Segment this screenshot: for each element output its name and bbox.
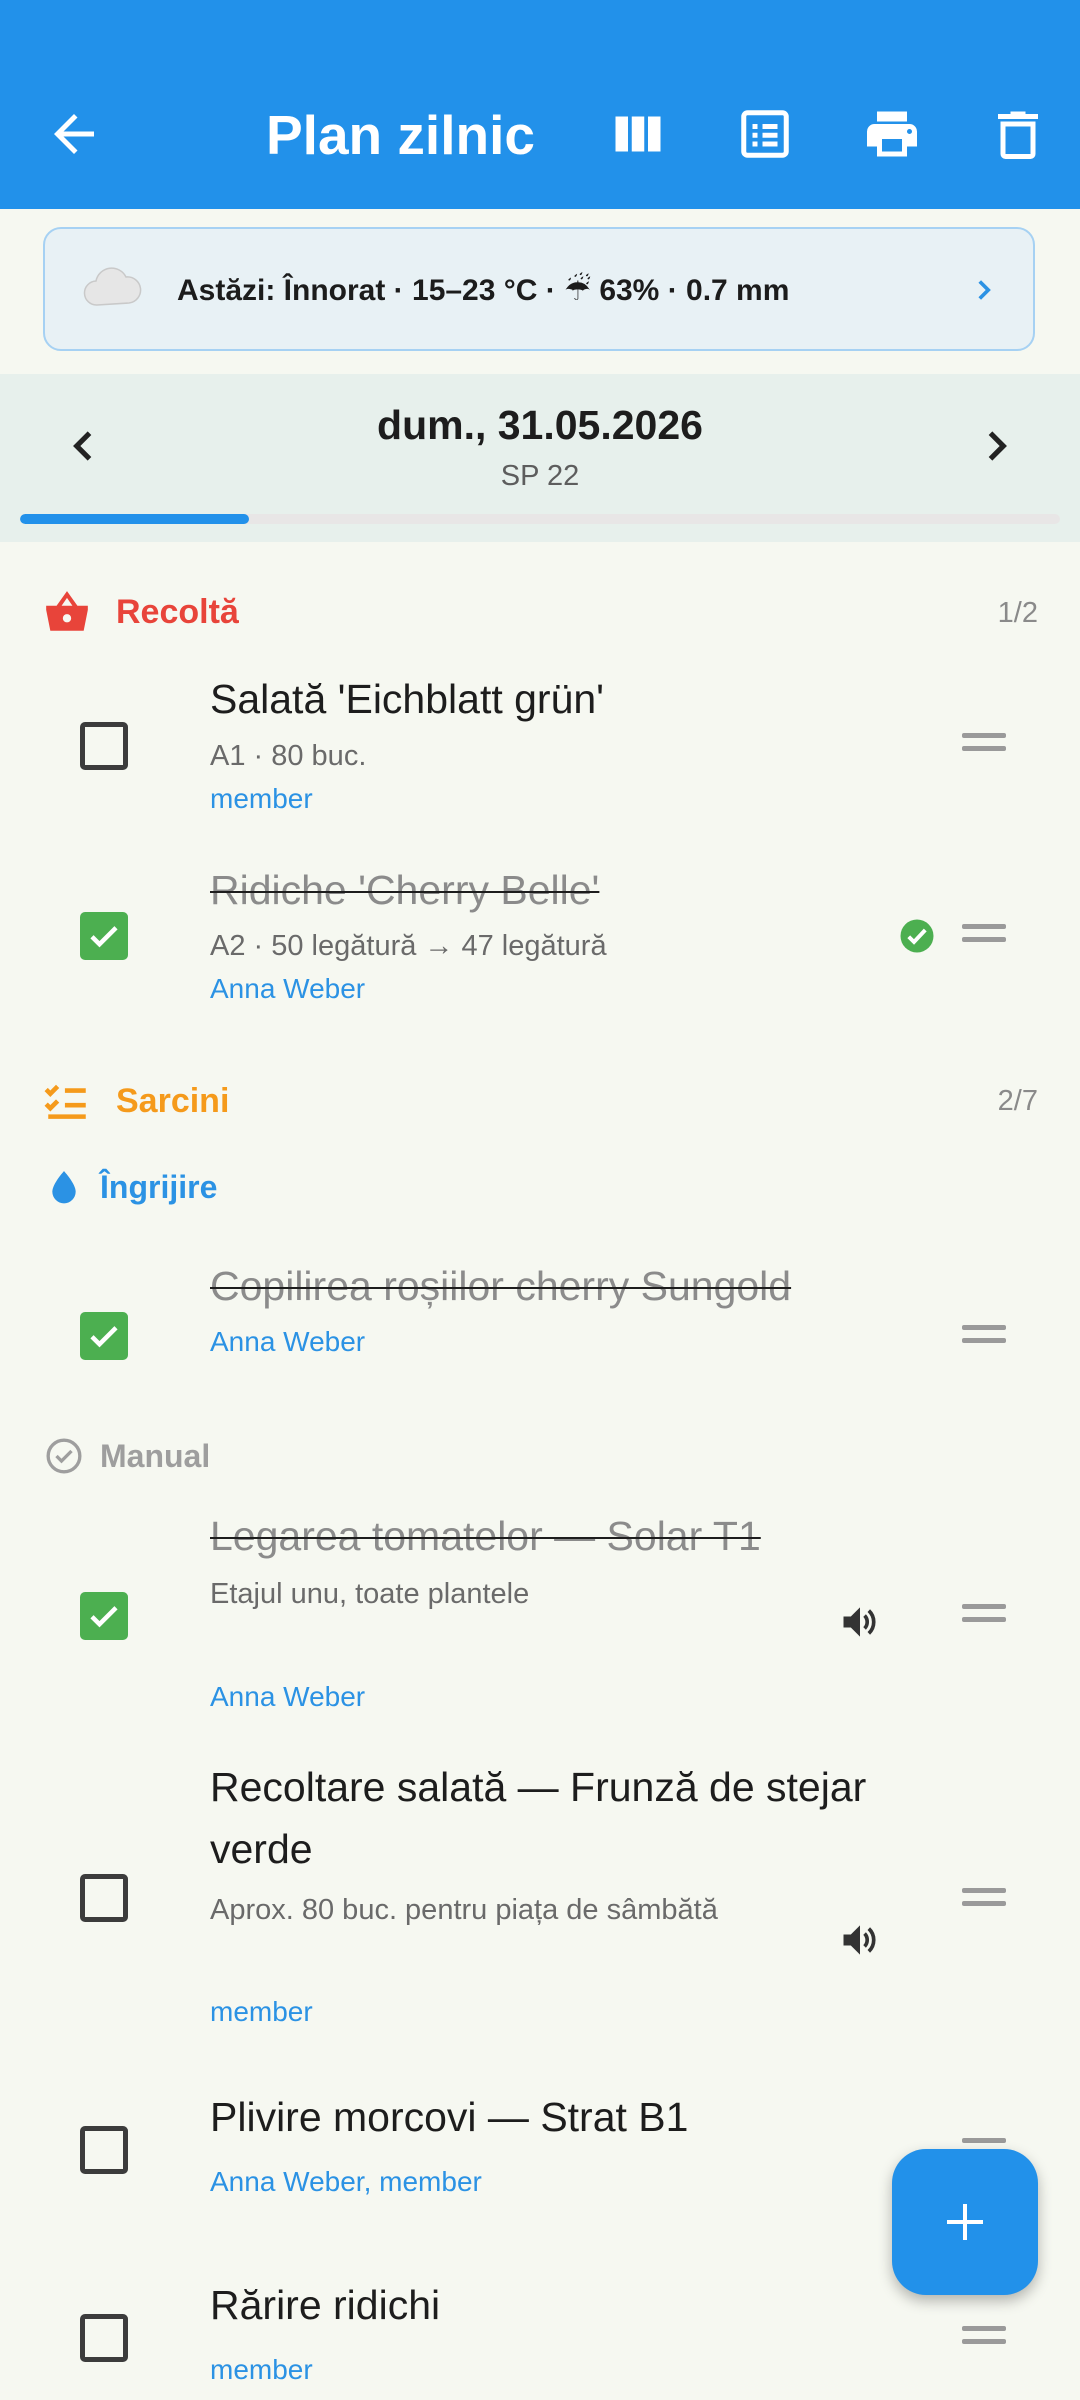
checkbox-checked[interactable]: [80, 1312, 128, 1360]
cloud-icon: [83, 267, 142, 306]
list-view-icon[interactable]: [735, 104, 795, 164]
drag-handle-icon[interactable]: [962, 924, 1006, 948]
next-day-icon[interactable]: [974, 424, 1018, 468]
section-harvest-label: Recoltă: [116, 593, 239, 631]
section-tasks-label: Sarcini: [116, 1082, 230, 1120]
item-title: Salată 'Eichblatt grün': [210, 676, 605, 722]
item-subtitle: A2 · 50 legătură → 47 legătură: [210, 930, 607, 962]
checkbox-unchecked[interactable]: [80, 2314, 128, 2362]
weather-summary: Astăzi: Înnorat · 15–23 °C · ☔ 63% · 0.7…: [177, 274, 790, 307]
current-date: dum., 31.05.2026: [377, 402, 703, 448]
item-title: Ridiche 'Cherry Belle': [210, 867, 600, 913]
drag-handle-icon[interactable]: [962, 1325, 1006, 1349]
item-title: Copilirea roșiilor cherry Sungold: [210, 1263, 792, 1309]
drag-handle-icon[interactable]: [962, 1604, 1006, 1628]
day-progress-track: [20, 514, 1060, 524]
delete-icon[interactable]: [988, 104, 1048, 164]
weather-card[interactable]: Astăzi: Înnorat · 15–23 °C · ☔ 63% · 0.7…: [43, 227, 1035, 351]
item-assignee: member: [210, 783, 313, 814]
drag-handle-icon[interactable]: [962, 1888, 1006, 1912]
section-tasks-count: 2/7: [997, 1085, 1038, 1117]
add-task-button[interactable]: [892, 2149, 1038, 2295]
drag-handle-icon[interactable]: [962, 2326, 1006, 2350]
water-drop-icon: [52, 1171, 76, 1204]
date-navigator: dum., 31.05.2026 SP 22: [0, 374, 1080, 542]
page-title: Plan zilnic: [266, 104, 535, 166]
speaker-icon[interactable]: [838, 1600, 882, 1644]
checkbox-checked[interactable]: [80, 1592, 128, 1640]
speaker-icon[interactable]: [838, 1918, 882, 1962]
checkbox-checked[interactable]: [80, 912, 128, 960]
item-subtitle: Aprox. 80 buc. pentru piața de sâmbătă: [210, 1894, 718, 1926]
item-assignee: member: [210, 2354, 313, 2385]
basket-icon: [46, 591, 88, 631]
item-assignee: member: [210, 1996, 313, 2027]
item-title: Recoltare salată — Frunză de stejar verd…: [210, 1764, 867, 1872]
app-bar: Plan zilnic: [0, 0, 1080, 209]
columns-view-icon[interactable]: [608, 104, 668, 164]
item-title: Rărire ridichi: [210, 2282, 441, 2328]
item-subtitle: Etajul unu, toate plantele: [210, 1578, 530, 1610]
back-arrow-icon[interactable]: [44, 104, 104, 164]
drag-handle-icon[interactable]: [962, 733, 1006, 757]
check-circle-outline-icon: [46, 1438, 82, 1474]
section-harvest-count: 1/2: [997, 597, 1038, 629]
subsection-care-label: Îngrijire: [100, 1169, 218, 1205]
checkbox-unchecked[interactable]: [80, 1874, 128, 1922]
item-assignee: Anna Weber: [210, 1326, 366, 1357]
week-label: SP 22: [500, 460, 580, 492]
item-subtitle: A1 · 80 buc.: [210, 740, 367, 772]
print-icon[interactable]: [862, 104, 922, 164]
item-assignee: Anna Weber: [210, 973, 366, 1004]
checkbox-unchecked[interactable]: [80, 2126, 128, 2174]
plus-icon: [947, 2204, 983, 2240]
checklist-icon: [44, 1084, 86, 1119]
item-assignee: Anna Weber, member: [210, 2166, 482, 2197]
check-circle-icon: [900, 919, 934, 953]
chevron-right-icon[interactable]: [967, 273, 1001, 307]
checkbox-unchecked[interactable]: [80, 722, 128, 770]
day-progress-fill: [20, 514, 249, 524]
item-title: Plivire morcovi — Strat B1: [210, 2094, 689, 2140]
item-title: Legarea tomatelor — Solar T1: [210, 1513, 761, 1559]
item-assignee: Anna Weber: [210, 1681, 366, 1712]
subsection-manual-label: Manual: [100, 1438, 211, 1474]
